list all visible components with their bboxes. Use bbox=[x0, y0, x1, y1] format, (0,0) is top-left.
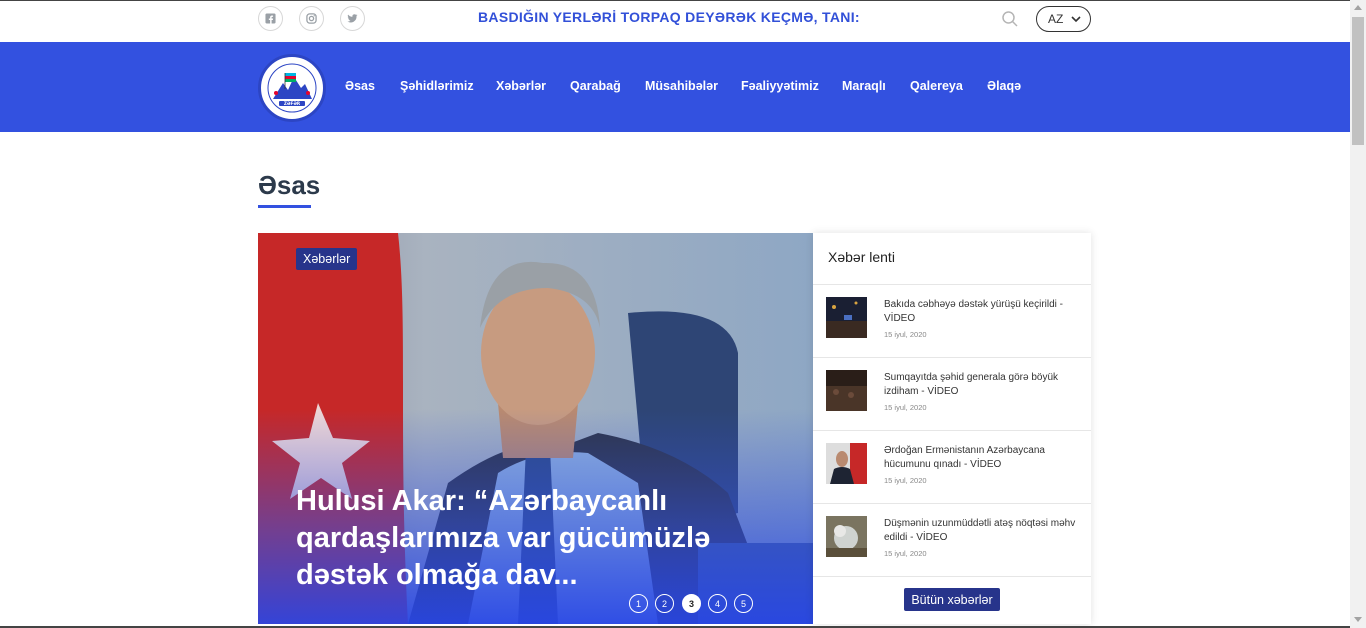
nav-item-qarabag[interactable]: Qarabağ bbox=[570, 79, 621, 93]
feed-item-title: Bakıda cəbhəyə dəstək yürüşü keçirildi -… bbox=[884, 299, 1063, 324]
twitter-icon bbox=[347, 14, 358, 23]
feed-item[interactable]: Düşmənin uzunmüddətli atəş nöqtəsi məhv … bbox=[813, 504, 1091, 577]
scroll-thumb[interactable] bbox=[1352, 17, 1364, 145]
divider bbox=[813, 576, 1091, 577]
feed-item-date: 15 iyul, 2020 bbox=[884, 549, 927, 558]
slider-dot[interactable]: 2 bbox=[655, 594, 674, 613]
scroll-up-icon[interactable] bbox=[1354, 5, 1362, 10]
instagram-icon bbox=[306, 13, 317, 24]
slider-dot[interactable]: 4 bbox=[708, 594, 727, 613]
nav-item-fealiyyetimiz[interactable]: Fəaliyyətimiz bbox=[741, 79, 819, 93]
language-select[interactable]: AZ bbox=[1036, 6, 1091, 32]
language-value: AZ bbox=[1048, 12, 1064, 26]
nav-item-maraqli[interactable]: Maraqlı bbox=[842, 79, 886, 93]
search-icon bbox=[1002, 11, 1018, 27]
nav-item-xeberler[interactable]: Xəbərlər bbox=[496, 79, 546, 93]
slider-dot-active[interactable]: 3 bbox=[682, 594, 701, 613]
logo-emblem: ZƏFƏR bbox=[262, 58, 322, 118]
feed-item-date: 15 iyul, 2020 bbox=[884, 403, 927, 412]
main-navbar: ZƏFƏR Əsas Şəhidlərimiz Xəbərlər Qarabağ… bbox=[0, 42, 1350, 132]
feed-item-date: 15 iyul, 2020 bbox=[884, 476, 927, 485]
section-title: Əsas bbox=[258, 170, 321, 200]
nav-item-musahibeler[interactable]: Müsahibələr bbox=[645, 79, 718, 93]
slide-title[interactable]: Hulusi Akar: “Azərbaycanlı qardaşlarımız… bbox=[296, 483, 766, 594]
nav-item-esas[interactable]: Əsas bbox=[345, 79, 375, 93]
feed-thumbnail bbox=[826, 370, 867, 411]
feed-item-title: Düşmənin uzunmüddətli atəş nöqtəsi məhv … bbox=[884, 518, 1076, 543]
featured-slider[interactable]: Xəbərlər Hulusi Akar: “Azərbaycanlı qard… bbox=[258, 233, 813, 624]
chevron-down-icon bbox=[1071, 16, 1081, 23]
feed-item[interactable]: Bakıda cəbhəyə dəstək yürüşü keçirildi -… bbox=[813, 285, 1091, 358]
instagram-link[interactable] bbox=[299, 6, 324, 31]
facebook-icon bbox=[265, 13, 276, 24]
all-news-button[interactable]: Bütün xəbərlər bbox=[904, 588, 1000, 611]
category-badge[interactable]: Xəbərlər bbox=[296, 248, 358, 270]
nav-item-sehidlerimiz[interactable]: Şəhidlərimiz bbox=[400, 79, 474, 93]
news-feed: Xəbər lenti Bakıda cəbhəyə dəstək yürüşü… bbox=[813, 233, 1091, 624]
nav-item-qalereya[interactable]: Qalereya bbox=[910, 79, 963, 93]
feed-thumbnail bbox=[826, 297, 867, 338]
slider-dot[interactable]: 5 bbox=[734, 594, 753, 613]
feed-thumbnail bbox=[826, 443, 867, 484]
nav-item-elaqe[interactable]: Əlaqə bbox=[987, 79, 1021, 93]
feed-thumbnail bbox=[826, 516, 867, 557]
feed-item-title: Sumqayıtda şəhid generala görə böyük izd… bbox=[884, 372, 1059, 397]
feed-item-date: 15 iyul, 2020 bbox=[884, 330, 927, 339]
feed-item-title: Ərdoğan Ermənistanın Azərbaycana hücumun… bbox=[884, 445, 1045, 470]
news-ticker[interactable]: BASDIĞIN YERLƏRİ TORPAQ DEYƏRƏK KEÇMƏ, T… bbox=[478, 9, 860, 25]
site-logo[interactable]: ZƏFƏR bbox=[258, 54, 326, 122]
svg-text:ZƏFƏR: ZƏFƏR bbox=[284, 101, 301, 106]
feed-title: Xəbər lenti bbox=[828, 249, 895, 265]
twitter-link[interactable] bbox=[340, 6, 365, 31]
feed-item[interactable]: Sumqayıtda şəhid generala görə böyük izd… bbox=[813, 358, 1091, 431]
top-bar: BASDIĞIN YERLƏRİ TORPAQ DEYƏRƏK KEÇMƏ, T… bbox=[0, 0, 1350, 42]
title-underline bbox=[258, 205, 311, 208]
facebook-link[interactable] bbox=[258, 6, 283, 31]
scroll-down-icon[interactable] bbox=[1354, 617, 1362, 622]
search-button[interactable] bbox=[1001, 10, 1019, 28]
slider-dot[interactable]: 1 bbox=[629, 594, 648, 613]
feed-item[interactable]: Ərdoğan Ermənistanın Azərbaycana hücumun… bbox=[813, 431, 1091, 504]
page-scrollbar[interactable] bbox=[1350, 0, 1366, 628]
